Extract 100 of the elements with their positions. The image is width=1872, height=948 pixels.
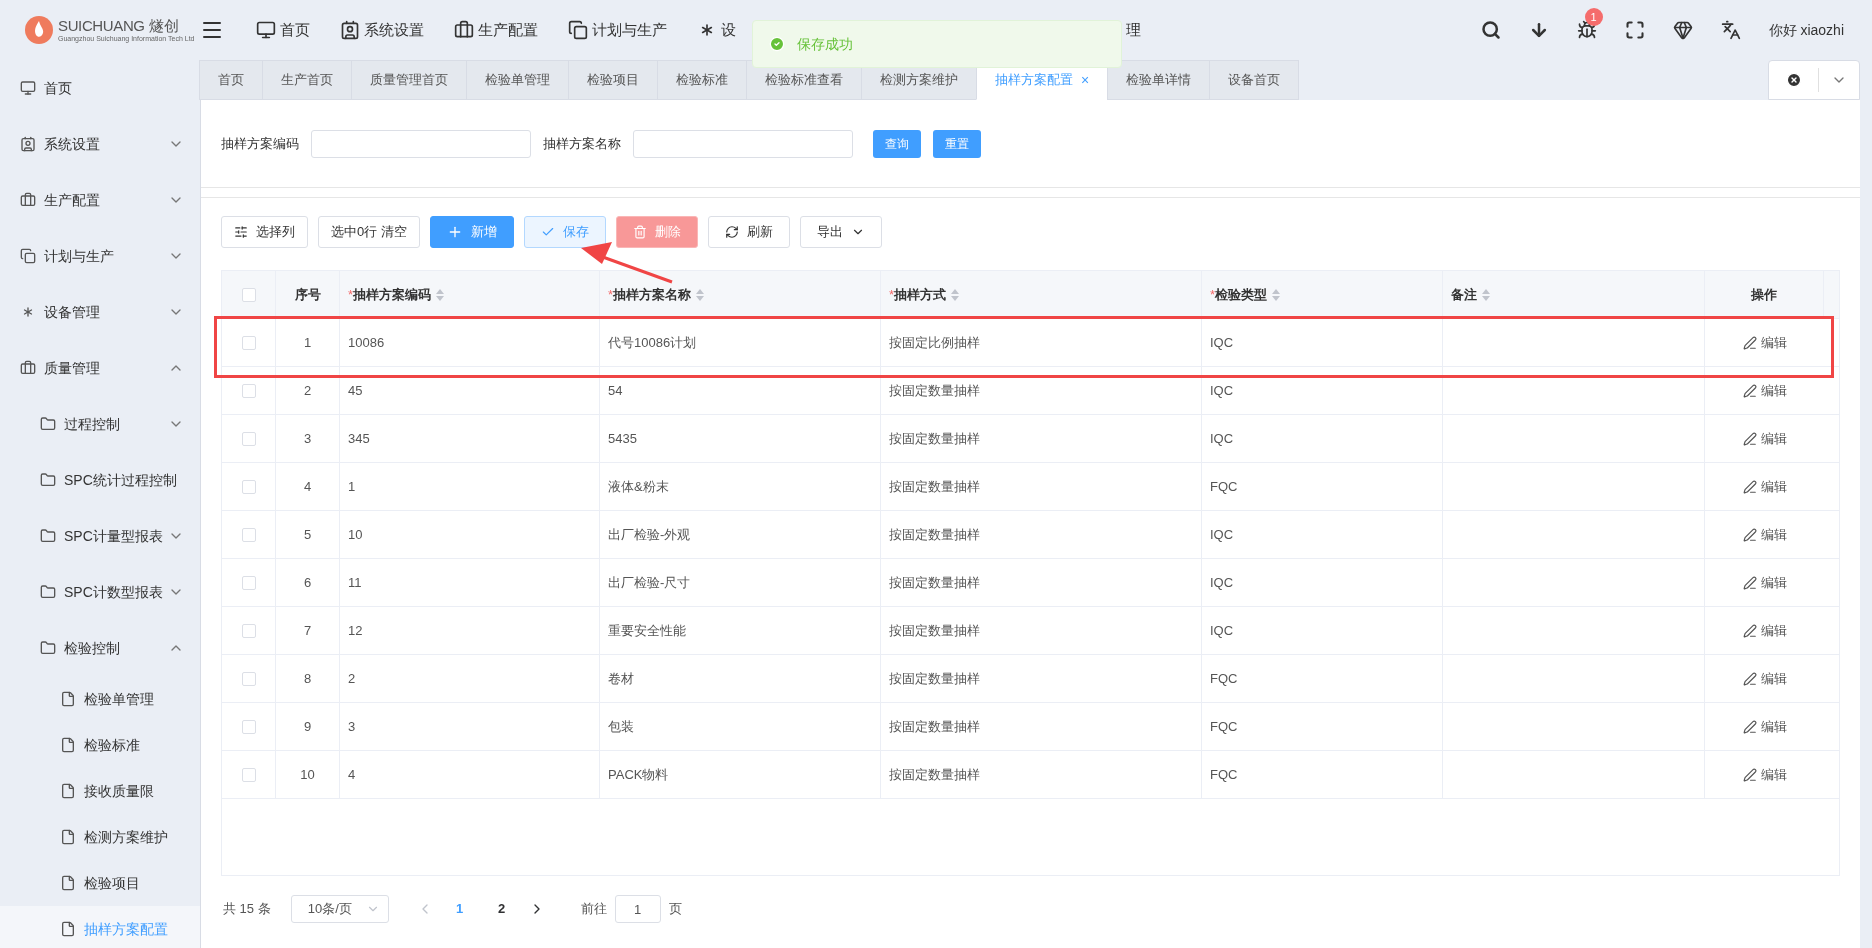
user-greeting[interactable]: 你好 xiaozhi	[1768, 19, 1844, 41]
row-checkbox[interactable]	[241, 767, 256, 782]
sort-icon[interactable]	[1481, 287, 1491, 302]
table-cell-text: 54	[608, 381, 623, 400]
table-cell-text: 3	[303, 429, 312, 448]
edit-link[interactable]: 编辑	[1742, 332, 1787, 353]
search-field[interactable]	[633, 129, 853, 158]
top-nav-item[interactable]: 生产配置	[454, 18, 538, 42]
table-cell-text: 1	[303, 333, 312, 352]
sort-icon[interactable]	[695, 287, 706, 302]
table-cell-text: 4	[348, 765, 356, 784]
sidebar-item[interactable]: 检验项目	[0, 860, 200, 906]
table-cell-text: 2	[303, 381, 312, 400]
table-cell-text: 重要安全性能	[608, 621, 686, 640]
edit-link[interactable]: 编辑	[1742, 764, 1787, 785]
top-nav-item[interactable]: 理	[1126, 18, 1141, 42]
bug-icon[interactable]	[1576, 20, 1597, 40]
column-header: 操作	[1751, 285, 1777, 304]
top-nav-item[interactable]: 首页	[256, 18, 310, 42]
table-cell-text: 出厂检验-外观	[608, 525, 691, 544]
page-tab[interactable]: 检验单详情	[1107, 60, 1211, 100]
row-checkbox[interactable]	[241, 623, 256, 638]
file-icon	[60, 829, 76, 845]
page-tab[interactable]: 检验单管理	[466, 60, 569, 100]
sidebar-item[interactable]: 质量管理	[0, 340, 200, 396]
table-cell-text: FQC	[1210, 669, 1238, 688]
file-icon	[60, 921, 76, 937]
row-checkbox[interactable]	[241, 671, 256, 686]
edit-link[interactable]: 编辑	[1742, 620, 1787, 641]
edit-link[interactable]: 编辑	[1742, 572, 1787, 593]
edit-link[interactable]: 编辑	[1742, 380, 1787, 401]
sidebar-item[interactable]: 设备管理	[0, 284, 200, 340]
row-checkbox[interactable]	[241, 719, 256, 734]
folder-icon	[40, 472, 56, 488]
page-size-select[interactable]: 10条/页	[290, 895, 389, 923]
row-checkbox[interactable]	[241, 479, 256, 494]
folder-icon	[40, 416, 56, 432]
page-tab[interactable]: 检验项目	[568, 60, 658, 100]
sidebar-item[interactable]: 检测方案维护	[0, 814, 200, 860]
row-checkbox[interactable]	[241, 575, 256, 590]
edit-link[interactable]: 编辑	[1742, 668, 1787, 689]
search-field[interactable]	[311, 129, 531, 158]
table-cell-text: 45	[348, 381, 363, 400]
sidebar-item[interactable]: SPC统计过程控制	[0, 452, 200, 508]
refresh-button[interactable]: 刷新	[707, 216, 790, 248]
gem-icon[interactable]	[1672, 20, 1693, 40]
top-nav-item[interactable]: 计划与生产	[568, 18, 667, 42]
sidebar-item[interactable]: SPC计量型报表	[0, 508, 200, 564]
close-tabs-icon[interactable]	[1785, 72, 1802, 88]
sidebar-item[interactable]: 过程控制	[0, 396, 200, 452]
edit-link[interactable]: 编辑	[1742, 716, 1787, 737]
sidebar-item[interactable]: 计划与生产	[0, 228, 200, 284]
table-cell-text: 出厂检验-尺寸	[608, 573, 691, 592]
page-tab[interactable]: 检验标准	[657, 60, 747, 100]
page-tab[interactable]: 首页	[199, 60, 263, 100]
column-header: 检验类型	[1215, 285, 1268, 304]
required-mark: *	[608, 285, 614, 304]
table-cell-text: 4	[303, 477, 312, 496]
top-nav-item[interactable]: 系统设置	[340, 18, 424, 42]
squares-icon	[568, 20, 588, 40]
table-cell-text: 按固定数量抽样	[889, 573, 980, 592]
row-checkbox[interactable]	[241, 527, 256, 542]
edit-link[interactable]: 编辑	[1742, 428, 1787, 449]
pen-icon	[1742, 575, 1757, 590]
edit-link[interactable]: 编辑	[1742, 476, 1787, 497]
trash-icon	[632, 225, 647, 239]
sidebar-item[interactable]: SPC计数型报表	[0, 564, 200, 620]
clear-selection-button[interactable]: 选中0行 清空	[318, 216, 420, 248]
sort-icon[interactable]	[435, 287, 446, 302]
row-checkbox[interactable]	[241, 335, 256, 350]
sidebar-item[interactable]: 检验标准	[0, 722, 200, 768]
sidebar-item[interactable]: 检验控制	[0, 620, 200, 676]
page-tab[interactable]: 设备首页	[1209, 60, 1300, 100]
page-tab[interactable]: 生产首页	[262, 60, 352, 100]
row-checkbox[interactable]	[241, 383, 256, 398]
column-header: 抽样方案名称	[613, 285, 692, 304]
top-nav-item[interactable]: 设	[697, 18, 736, 42]
sidebar-item[interactable]: 系统设置	[0, 116, 200, 172]
export-button[interactable]: 导出	[799, 216, 882, 248]
translate-icon[interactable]	[1720, 20, 1741, 40]
sort-icon[interactable]	[1271, 287, 1282, 302]
sidebar-item[interactable]: 首页	[0, 60, 200, 116]
toast-message: 保存成功	[797, 34, 853, 54]
select-all-checkbox[interactable]	[241, 287, 256, 302]
total-count: 共 15 条	[223, 900, 271, 919]
sidebar-item[interactable]: 接收质量限	[0, 768, 200, 814]
fullscreen-icon[interactable]	[1624, 20, 1645, 40]
search-icon[interactable]	[1480, 20, 1501, 40]
sort-icon[interactable]	[950, 287, 961, 302]
goto-page-field[interactable]: 1	[614, 895, 661, 923]
table-cell-text: FQC	[1210, 717, 1238, 736]
select-columns-button[interactable]: 选择列	[221, 216, 308, 248]
table-cell-text: 按固定数量抽样	[889, 429, 980, 448]
sidebar-item[interactable]: 检验单管理	[0, 676, 200, 722]
edit-link[interactable]: 编辑	[1742, 524, 1787, 545]
sidebar-item[interactable]: 生产配置	[0, 172, 200, 228]
page-tab[interactable]: 质量管理首页	[351, 60, 467, 100]
page-number[interactable]: 2	[486, 899, 517, 919]
required-mark: *	[1210, 285, 1216, 304]
row-checkbox[interactable]	[241, 431, 256, 446]
